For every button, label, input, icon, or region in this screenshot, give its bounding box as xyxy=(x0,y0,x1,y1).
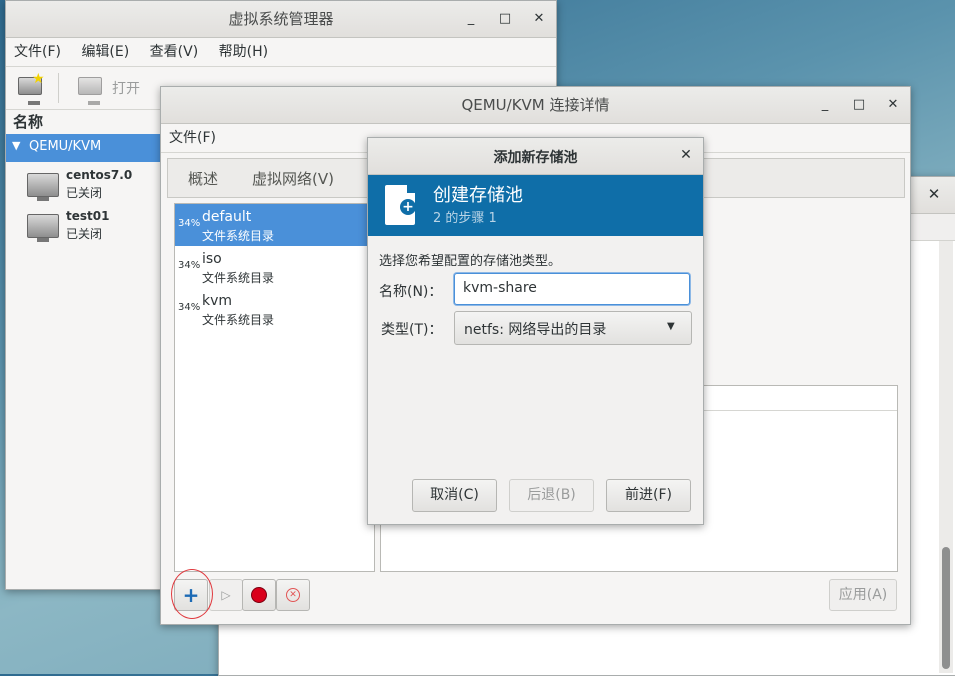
highlight-circle xyxy=(171,569,213,619)
delete-icon: ✕ xyxy=(286,588,300,602)
vm-name: centos7.0 xyxy=(66,168,133,182)
forward-button[interactable]: 前进(F) xyxy=(606,479,691,512)
vmm-titlebar: 虚拟系统管理器 _ □ ✕ xyxy=(6,1,556,38)
scrollbar-thumb[interactable] xyxy=(942,547,950,669)
vm-status: 已关闭 xyxy=(66,227,103,241)
dialog-header-step: 2 的步骤 1 xyxy=(433,211,497,226)
vm-monitor-icon xyxy=(27,214,59,242)
new-vm-button[interactable]: ★ xyxy=(16,71,46,105)
pool-usage: 34% xyxy=(178,302,201,313)
minimize-icon[interactable]: _ xyxy=(462,10,480,28)
close-icon[interactable]: ✕ xyxy=(884,96,902,114)
monitor-icon xyxy=(78,77,102,105)
menu-help[interactable]: 帮助(H) xyxy=(211,38,276,66)
pool-name: iso xyxy=(202,251,222,267)
menu-file[interactable]: 文件(F) xyxy=(6,38,69,66)
maximize-icon[interactable]: □ xyxy=(850,96,868,114)
pool-usage: 34% xyxy=(178,218,201,229)
back-label: 后退(B) xyxy=(527,487,576,503)
open-button[interactable]: 打开 xyxy=(76,75,156,105)
pool-row[interactable]: 34% default 文件系统目录 xyxy=(175,204,374,246)
forward-label: 前进(F) xyxy=(625,487,672,503)
close-icon[interactable]: ✕ xyxy=(677,147,695,165)
delete-pool-button[interactable]: ✕ xyxy=(276,579,310,611)
cancel-label: 取消(C) xyxy=(430,487,479,503)
add-pool-dialog: 添加新存储池 ✕ + 创建存储池 2 的步骤 1 选择您希望配置的存储池类型。 … xyxy=(367,137,704,525)
expander-icon[interactable]: ▼ xyxy=(12,139,20,152)
pool-list: 34% default 文件系统目录 34% iso 文件系统目录 34% kv… xyxy=(174,203,375,572)
pool-name: kvm xyxy=(202,293,233,309)
close-icon[interactable]: ✕ xyxy=(530,10,548,28)
vm-row[interactable]: centos7.0 已关闭 xyxy=(6,167,162,207)
new-file-icon: + xyxy=(385,185,416,225)
column-header-name[interactable]: 名称 xyxy=(13,111,43,132)
name-input[interactable]: kvm-share xyxy=(454,273,690,305)
connection-row[interactable]: ▼ QEMU/KVM xyxy=(6,134,162,162)
close-icon[interactable]: ✕ xyxy=(925,185,943,203)
dialog-header-title: 创建存储池 xyxy=(433,185,523,206)
details-title: QEMU/KVM 连接详情 xyxy=(461,96,610,114)
menu-edit[interactable]: 编辑(E) xyxy=(73,38,137,66)
vm-status: 已关闭 xyxy=(66,186,103,200)
pool-type: 文件系统目录 xyxy=(202,271,275,285)
instruction-text: 选择您希望配置的存储池类型。 xyxy=(379,254,562,269)
tab-overview[interactable]: 概述 xyxy=(188,168,218,189)
pool-type: 文件系统目录 xyxy=(202,313,275,327)
pool-row[interactable]: 34% iso 文件系统目录 xyxy=(175,246,374,288)
maximize-icon[interactable]: □ xyxy=(496,10,514,28)
file-fold xyxy=(407,185,415,193)
type-select[interactable]: netfs: 网络导出的目录 ▼ xyxy=(454,311,692,345)
scrollbar[interactable] xyxy=(939,241,953,673)
pool-name: default xyxy=(202,209,252,225)
stop-pool-button[interactable] xyxy=(242,579,276,611)
stop-icon xyxy=(252,588,266,602)
toolbar-separator xyxy=(58,73,59,103)
apply-label: 应用(A) xyxy=(838,587,888,603)
vmm-menubar: 文件(F) 编辑(E) 查看(V) 帮助(H) xyxy=(6,38,556,67)
menu-file[interactable]: 文件(F) xyxy=(161,124,224,152)
pool-usage: 34% xyxy=(178,260,201,271)
start-pool-button[interactable]: ▷ xyxy=(209,579,243,611)
minimize-icon[interactable]: _ xyxy=(816,96,834,114)
open-label: 打开 xyxy=(112,81,140,97)
star-icon: ★ xyxy=(32,71,45,87)
dropdown-arrow-icon: ▼ xyxy=(667,321,675,332)
pool-row[interactable]: 34% kvm 文件系统目录 xyxy=(175,288,374,330)
menu-view[interactable]: 查看(V) xyxy=(142,38,207,66)
vm-monitor-icon xyxy=(27,173,59,201)
file-plus: + xyxy=(400,199,416,215)
vm-name: test01 xyxy=(66,209,110,223)
dialog-titlebar: 添加新存储池 ✕ xyxy=(368,138,703,175)
back-button[interactable]: 后退(B) xyxy=(509,479,594,512)
play-icon: ▷ xyxy=(221,588,231,602)
type-label: 类型(T)： xyxy=(381,322,443,338)
pool-type: 文件系统目录 xyxy=(202,229,275,243)
type-select-value: netfs: 网络导出的目录 xyxy=(464,322,607,338)
dialog-title: 添加新存储池 xyxy=(493,150,578,166)
cancel-button[interactable]: 取消(C) xyxy=(412,479,497,512)
apply-button[interactable]: 应用(A) xyxy=(829,579,897,611)
tab-virtual-networks[interactable]: 虚拟网络(V) xyxy=(252,168,334,189)
vm-row[interactable]: test01 已关闭 xyxy=(6,208,162,248)
dialog-header: + 创建存储池 2 的步骤 1 xyxy=(368,175,703,236)
details-titlebar: QEMU/KVM 连接详情 _ □ ✕ xyxy=(161,87,910,124)
connection-label: QEMU/KVM xyxy=(29,139,102,154)
name-input-value: kvm-share xyxy=(463,280,537,296)
name-label: 名称(N)： xyxy=(379,284,443,300)
